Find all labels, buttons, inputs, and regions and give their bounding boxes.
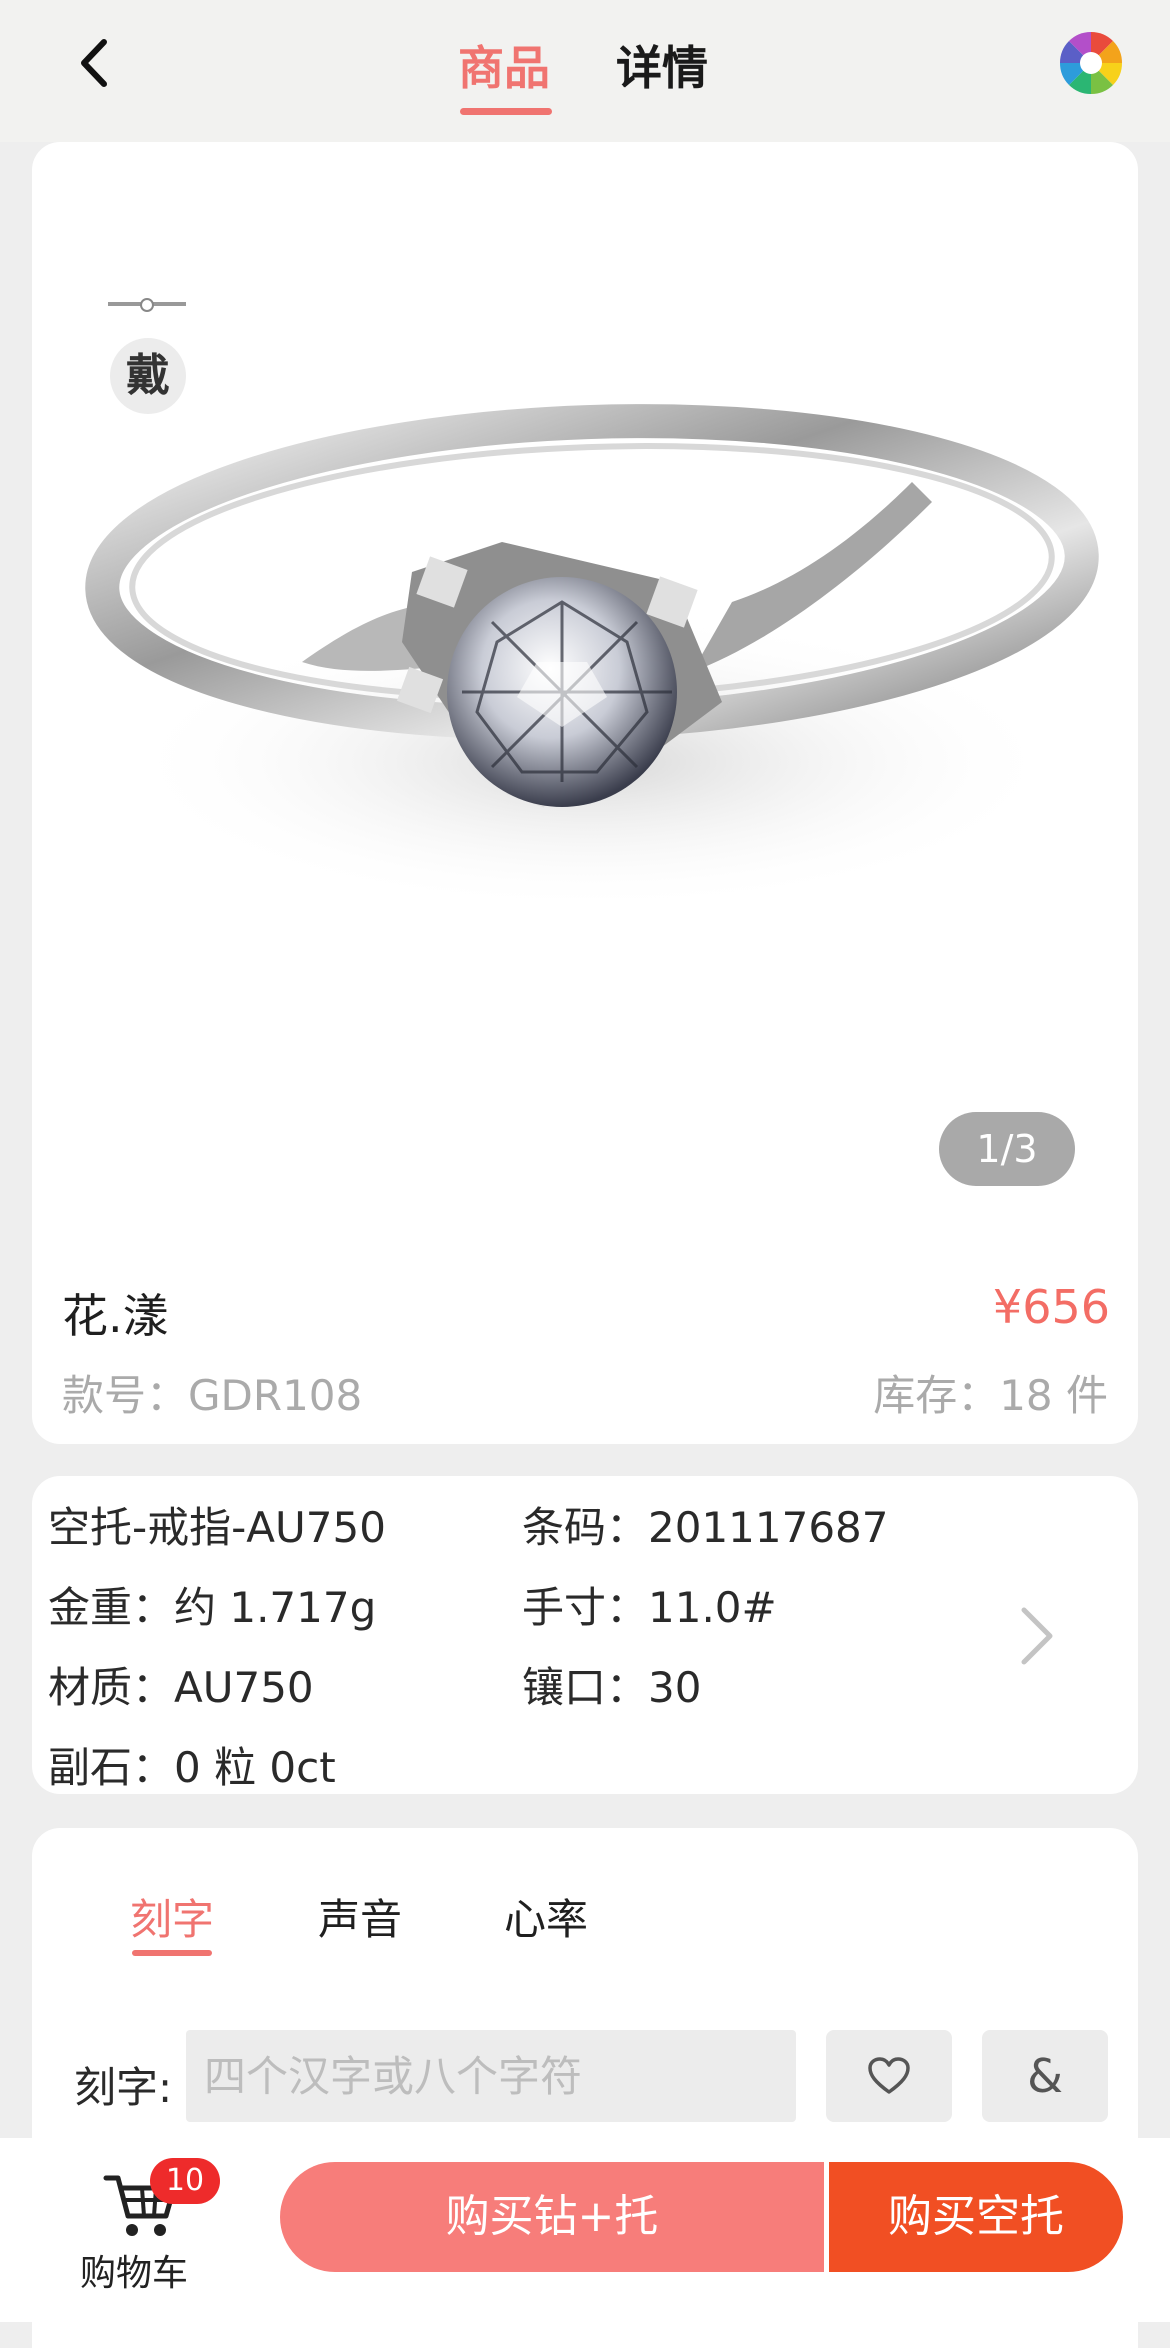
engrave-input[interactable] [186, 2030, 796, 2122]
chevron-left-icon[interactable] [60, 28, 130, 98]
engrave-label: 刻字: [74, 2063, 173, 2112]
buy-empty-setting-button[interactable]: 购买空托 [829, 2162, 1123, 2272]
spec-setting-size: 镶口：30 [522, 1663, 702, 1712]
wear-slider-handle[interactable] [140, 298, 154, 312]
tab-engrave-heartbeat[interactable]: 心率 [504, 1886, 588, 1947]
stock-label: 库存： [873, 1371, 1000, 1420]
heart-icon [868, 2057, 910, 2094]
try-on-button[interactable]: 戴 [110, 338, 186, 414]
stock-value: 18 件 [999, 1371, 1108, 1420]
spec-gold-weight: 金重：约 1.717g [48, 1583, 377, 1632]
code-value: GDR108 [188, 1371, 363, 1420]
tab-detail[interactable]: 详情 [616, 32, 708, 98]
top-nav-bar [0, 0, 1170, 142]
product-stock: 库存：18 件 [868, 1362, 1108, 1423]
tab-engrave-text[interactable]: 刻字 [130, 1886, 214, 1947]
insert-ampersand-button[interactable]: & [982, 2030, 1108, 2122]
product-image[interactable] [32, 142, 1138, 1212]
product-code: 款号：GDR108 [62, 1362, 362, 1423]
spec-material: 材质：AU750 [48, 1663, 314, 1712]
tab-goods[interactable]: 商品 [458, 32, 550, 98]
buy-diamond-and-setting-button[interactable]: 购买钻+托 [280, 2162, 824, 2272]
code-label: 款号： [62, 1371, 189, 1420]
ring-image [85, 404, 1099, 912]
tab-active-indicator [460, 108, 552, 115]
insert-heart-button[interactable] [826, 2030, 952, 2122]
spec-side-stone: 副石：0 粒 0ct [48, 1743, 336, 1792]
product-price: ¥656 [992, 1280, 1110, 1334]
cart-count-badge: 10 [150, 2158, 220, 2204]
cart-label[interactable]: 购物车 [80, 2244, 188, 2296]
chevron-right-icon[interactable] [1016, 1604, 1056, 1668]
spec-type: 空托-戒指-AU750 [48, 1503, 386, 1552]
spec-barcode: 条码：201117687 [522, 1503, 889, 1552]
aperture-icon[interactable] [1058, 30, 1124, 96]
product-name: 花.漾 [62, 1289, 169, 1343]
tab-engrave-voice[interactable]: 声音 [318, 1886, 402, 1947]
spec-ring-size: 手寸：11.0# [522, 1583, 777, 1632]
image-pager: 1/3 [939, 1112, 1075, 1186]
engrave-tab-indicator [132, 1950, 212, 1956]
